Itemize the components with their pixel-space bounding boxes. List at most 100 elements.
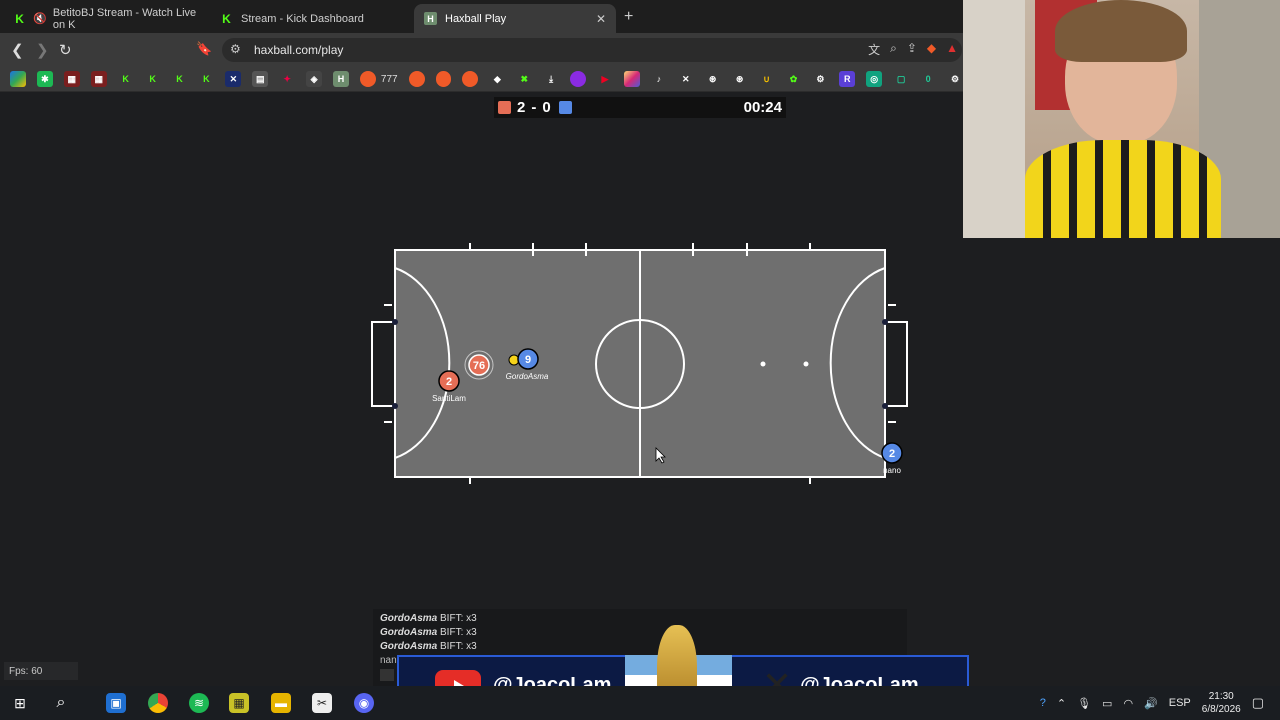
back-button[interactable]: ❮ (11, 41, 24, 59)
kick-icon[interactable]: K (172, 71, 188, 87)
chat-nick: GordoAsma (380, 613, 438, 624)
red-score: 2 (517, 99, 526, 116)
tab-label: Haxball Play (445, 12, 507, 25)
pitch[interactable]: 2 76 9 2 SantiLam GordoAsma nano (360, 236, 920, 492)
translate-icon[interactable]: 文 (868, 41, 880, 58)
score-separator: - (531, 99, 537, 116)
scoreboard: 2 - 0 00:24 (494, 97, 786, 118)
microphone-icon[interactable]: 🎙 (1077, 697, 1091, 710)
site-info-icon[interactable]: ⚙ (230, 42, 241, 56)
bookmark-icon[interactable]: ✕ (225, 71, 242, 87)
reload-button[interactable]: ↻ (59, 41, 72, 59)
new-tab-button[interactable]: + (624, 8, 633, 26)
bookmark-icon[interactable]: ▢ (893, 71, 909, 87)
chat-text: BIFT: x3 (440, 613, 477, 624)
bookmark-icon[interactable] (435, 71, 452, 87)
bookmark-icon[interactable]: 0 (920, 71, 936, 87)
tiktok-icon[interactable]: ♪ (651, 71, 667, 87)
muted-speaker-icon[interactable]: 🔇 (33, 12, 47, 25)
tab-haxball[interactable]: H Haxball Play ✕ (414, 4, 616, 33)
spotify-icon[interactable]: ≋ (189, 693, 209, 713)
chat-input[interactable] (380, 669, 394, 681)
hair (1055, 0, 1187, 62)
battery-icon[interactable]: ▭ (1102, 697, 1112, 710)
language-indicator[interactable]: ESP (1169, 697, 1191, 709)
kick-icon[interactable]: K (198, 71, 214, 87)
bookmark-icon[interactable]: ◆ (489, 71, 505, 87)
rewards-icon[interactable]: ▲ (946, 41, 958, 58)
bookmark-icon[interactable]: ✖ (516, 71, 532, 87)
clock-date: 6/8/2026 (1201, 704, 1241, 715)
zoom-icon[interactable]: ⌕ (890, 41, 897, 58)
close-tab-icon[interactable]: ✕ (596, 12, 606, 26)
bookmark-icon[interactable] (408, 71, 425, 87)
clock[interactable]: 21:30 6/8/2026 (1202, 690, 1241, 716)
kick-icon[interactable]: K (145, 71, 161, 87)
kick-icon: K (222, 11, 231, 26)
app-icon[interactable]: ▦ (229, 693, 249, 713)
bookmark-icon[interactable]: 🔖 (196, 41, 212, 57)
blue-score: 0 (542, 99, 551, 116)
player-number: 2 (446, 376, 452, 388)
x-icon[interactable]: ✕ (678, 71, 694, 87)
bookmark-icon[interactable]: ∪ (759, 71, 775, 87)
chat-nick: nan (380, 655, 397, 666)
bookmark-icon[interactable]: ▦ (90, 71, 107, 87)
speaker-icon[interactable]: 🔊 (1144, 697, 1158, 710)
haxball-icon[interactable]: H (333, 71, 349, 87)
kick-icon[interactable]: K (118, 71, 134, 87)
app-icon[interactable]: ▣ (106, 693, 126, 713)
bookmark-icon[interactable] (359, 71, 376, 87)
bookmark-icon[interactable]: ▶ (597, 71, 613, 87)
bookmark-icon[interactable]: ✦ (279, 71, 295, 87)
chrome-icon[interactable] (148, 693, 168, 713)
discord-icon[interactable]: ◉ (354, 693, 374, 713)
chat-nick: GordoAsma (380, 627, 438, 638)
help-icon[interactable]: ? (1040, 697, 1046, 709)
instagram-icon[interactable] (623, 71, 640, 87)
player-number: 76 (473, 360, 485, 372)
player-number: 2 (889, 448, 895, 460)
settings-icon[interactable]: ⚙ (947, 71, 963, 87)
file-explorer-icon[interactable]: ▬ (271, 693, 291, 713)
bookmark-icon[interactable]: ⊛ (732, 71, 748, 87)
bookmark-icon[interactable]: ◎ (866, 71, 883, 87)
bookmark-icon[interactable]: ▦ (63, 71, 80, 87)
tab-label: Stream - Kick Dashboard (241, 12, 364, 25)
brave-shield-icon[interactable]: ◆ (927, 41, 936, 58)
forward-button[interactable]: ❯ (36, 41, 49, 59)
bookmark-icon[interactable]: ✿ (786, 71, 802, 87)
address-bar[interactable]: ⚙ haxball.com/play 文 ⌕ ⇪ ◆ ▲ (222, 38, 962, 62)
player-name: SantiLam (432, 394, 466, 403)
wifi-icon[interactable]: ◠ (1123, 697, 1133, 710)
penalty-spot (803, 361, 809, 367)
tab-kick-dashboard[interactable]: K Stream - Kick Dashboard (210, 4, 414, 33)
player-name: nano (883, 466, 901, 475)
bookmark-icon[interactable]: ▤ (252, 71, 269, 87)
capcut-icon[interactable]: ✂ (312, 693, 332, 713)
drive-icon[interactable] (10, 71, 26, 87)
haxball-icon: H (424, 12, 437, 25)
clock-time: 21:30 (1208, 691, 1234, 702)
left-goal (371, 321, 395, 407)
tab-label: BetitoBJ Stream - Watch Live on K (52, 6, 197, 31)
bookmark-icon[interactable]: R (839, 71, 856, 87)
chevron-up-icon[interactable]: ⌃ (1057, 697, 1066, 710)
share-icon[interactable]: ⇪ (907, 41, 917, 58)
search-icon[interactable]: ⌕ (51, 693, 71, 713)
tab-kick-stream[interactable]: K 🔇 BetitoBJ Stream - Watch Live on K (4, 4, 208, 33)
openai-icon[interactable]: ⚙ (812, 71, 828, 87)
bookmark-label[interactable]: 777 (381, 74, 398, 85)
bookmark-icon[interactable] (570, 71, 587, 87)
download-icon[interactable]: ⤓ (543, 71, 559, 87)
bookmark-icon[interactable] (462, 71, 479, 87)
penalty-spot (760, 361, 766, 367)
kick-icon: K (15, 11, 24, 26)
bookmark-icon[interactable]: ⊛ (705, 71, 721, 87)
jersey (1025, 140, 1221, 238)
windows-start-icon[interactable]: ⊞ (10, 693, 30, 713)
bookmark-icon[interactable]: ✱ (36, 71, 53, 87)
notification-icon[interactable]: ▢ (1252, 695, 1264, 711)
shelf (963, 0, 1025, 238)
bookmark-icon[interactable]: ◈ (306, 71, 323, 87)
